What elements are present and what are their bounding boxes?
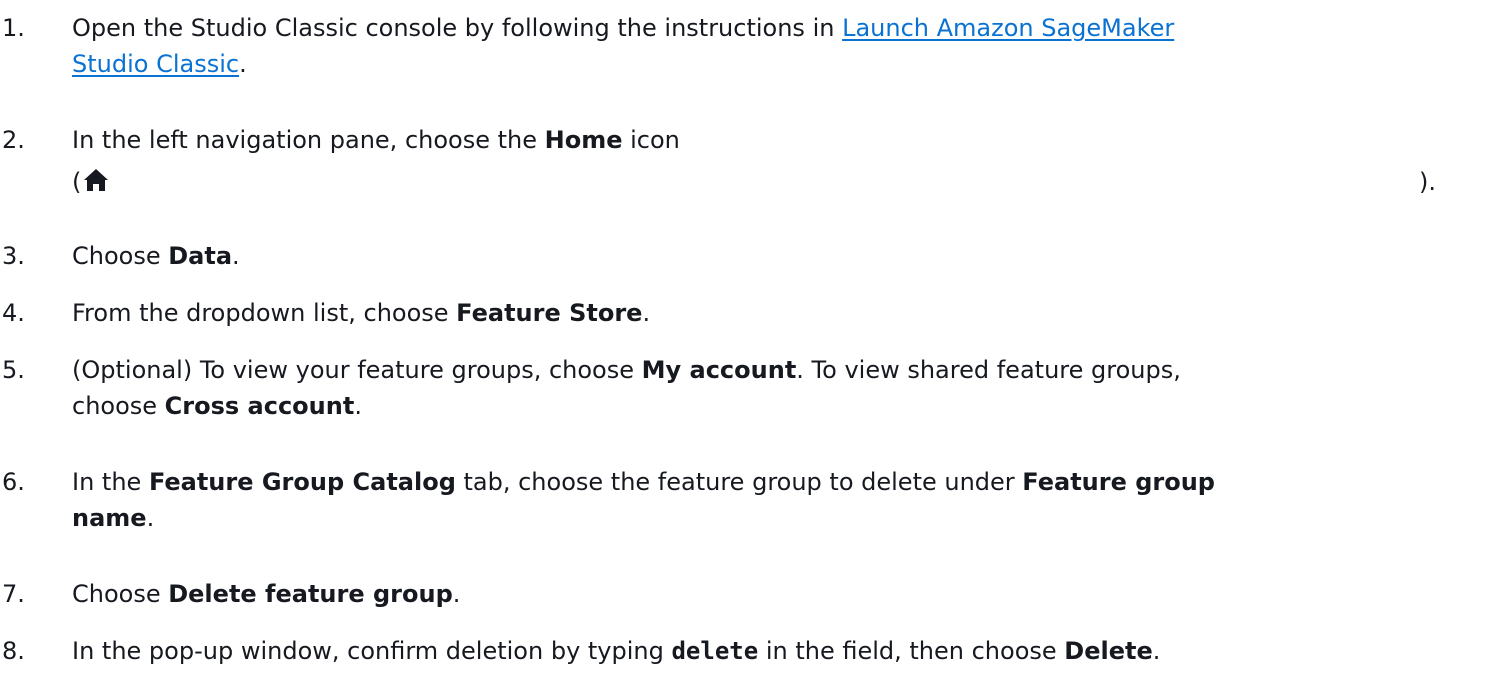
step-text: Open the Studio Classic console by follo… [72, 10, 1402, 82]
home-label: Home [544, 126, 623, 154]
step-text-segment: . To view shared feature groups, [796, 356, 1181, 384]
home-icon-line: ( ). [72, 164, 1487, 200]
step-text: In the left navigation pane, choose the … [72, 122, 1436, 200]
step-text-segment: Choose [72, 580, 169, 608]
step-text-segment: in the field, then choose [758, 637, 1065, 665]
step-text-segment: From the dropdown list, choose [72, 299, 457, 327]
step-number: 3. [2, 242, 25, 270]
step-text-segment: Open the Studio Classic console by follo… [72, 14, 843, 42]
data-label: Data [168, 242, 233, 270]
delete-feature-group-label: Delete feature group [168, 580, 453, 608]
delete-keyword-code: delete [671, 637, 759, 665]
step-number: 4. [2, 299, 25, 327]
feature-group-name-label-continued: name [72, 504, 147, 532]
step-text-segment: (Optional) To view your feature groups, … [72, 356, 642, 384]
my-account-label: My account [641, 356, 797, 384]
step-text: In the Feature Group Catalog tab, choose… [72, 464, 1402, 536]
feature-store-label: Feature Store [456, 299, 643, 327]
step-number: 2. [2, 126, 25, 154]
launch-studio-link-continued[interactable]: Studio Classic [72, 50, 239, 78]
step-number: 7. [2, 580, 25, 608]
step-text: (Optional) To view your feature groups, … [72, 352, 1402, 424]
step-number: 6. [2, 468, 25, 496]
feature-group-catalog-label: Feature Group Catalog [148, 468, 456, 496]
home-icon [84, 169, 108, 191]
step-text: From the dropdown list, choose Feature S… [72, 295, 1402, 331]
step-text: Choose Delete feature group. [72, 576, 1402, 612]
step-text-segment: In the pop-up window, confirm deletion b… [72, 637, 672, 665]
step-text-segment: . [642, 299, 651, 327]
step-text-segment: choose [72, 392, 165, 420]
paren-close: ). [1419, 168, 1436, 196]
step-text: Choose Data. [72, 238, 1402, 274]
step-number: 5. [2, 356, 25, 384]
step-number: 8. [2, 637, 25, 665]
step-text-segment: In the [72, 468, 149, 496]
step-text-segment: icon [622, 126, 680, 154]
step-text-segment: . [1152, 637, 1161, 665]
step-text-segment: tab, choose the feature group to delete … [455, 468, 1023, 496]
feature-group-name-label: Feature group [1022, 468, 1215, 496]
step-number: 1. [2, 14, 25, 42]
step-text-segment: In the left navigation pane, choose the [72, 126, 545, 154]
delete-label: Delete [1064, 637, 1153, 665]
step-text-segment: . [232, 242, 240, 270]
step-text-segment: . [146, 504, 155, 532]
step-text: In the pop-up window, confirm deletion b… [72, 633, 1402, 669]
paren-open: ( [72, 168, 82, 196]
step-text-segment: . [354, 392, 362, 420]
step-text-segment: . [452, 580, 461, 608]
cross-account-label: Cross account [164, 392, 355, 420]
step-text-segment: . [239, 50, 247, 78]
launch-studio-link[interactable]: Launch Amazon SageMaker [842, 14, 1174, 42]
step-text-segment: Choose [72, 242, 169, 270]
